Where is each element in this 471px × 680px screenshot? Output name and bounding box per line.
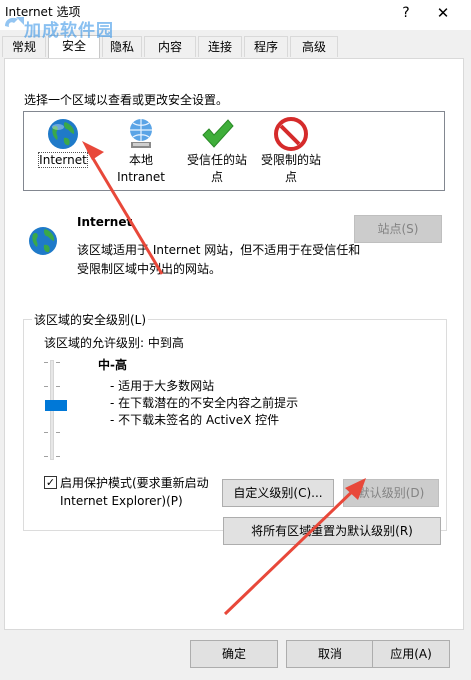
slider-tick [56, 432, 60, 433]
security-level-legend: 该区域的安全级别(L) [32, 311, 149, 328]
slider-tick [44, 432, 48, 433]
globe-icon [29, 227, 57, 255]
tab-programs[interactable]: 程序 [244, 36, 288, 57]
dialog-footer: 确定 取消 应用(A) [0, 630, 471, 680]
zone-title: Internet [77, 215, 133, 229]
slider-thumb[interactable] [45, 400, 67, 411]
level-description: - 适用于大多数网站 - 在下载潜在的不安全内容之前提示 - 不下载未签名的 A… [110, 378, 298, 429]
default-level-button[interactable]: 默认级别(D) [343, 479, 439, 507]
slider-tick [44, 362, 48, 363]
slider-tick [44, 386, 48, 387]
apply-button[interactable]: 应用(A) [372, 640, 450, 668]
zone-list: Internet 本地 Intranet 受信任的站 点 受限制的站 点 [23, 111, 445, 191]
tab-content[interactable]: 内容 [144, 36, 196, 57]
zone-description: 该区域适用于 Internet 网站，但不适用于在受信任和受限制区域中列出的网站… [77, 243, 361, 276]
cancel-button[interactable]: 取消 [286, 640, 374, 668]
zone-label: 本地 Intranet [117, 153, 165, 184]
watermark-text: 加成软件园 [24, 21, 114, 41]
protected-mode-label[interactable]: 启用保护模式(要求重新启动 Internet Explorer)(P) [60, 474, 220, 510]
zone-label: 受信任的站 点 [186, 153, 247, 184]
globe-icon [48, 119, 78, 149]
watermark-icon [5, 17, 24, 27]
close-button[interactable]: ✕ [432, 2, 454, 24]
no-entry-icon [274, 117, 308, 151]
slider-tick [44, 456, 48, 457]
zone-label: 受限制的站 点 [260, 153, 321, 184]
custom-level-button[interactable]: 自定义级别(C)... [222, 479, 334, 507]
checkmark-icon [202, 119, 234, 148]
slider-tick [56, 456, 60, 457]
sites-button[interactable]: 站点(S) [354, 215, 442, 243]
level-item: - 适用于大多数网站 [110, 379, 215, 393]
ok-button[interactable]: 确定 [190, 640, 278, 668]
allowed-levels: 该区域的允许级别: 中到高 [44, 336, 184, 350]
slider-tick [56, 386, 60, 387]
level-item: - 在下载潜在的不安全内容之前提示 [110, 396, 299, 410]
help-button[interactable]: ? [395, 2, 417, 24]
level-title: 中-高 [98, 358, 127, 372]
network-globe-icon [130, 119, 152, 148]
zone-instruction: 选择一个区域以查看或更改安全设置。 [24, 93, 229, 107]
slider-tick [56, 362, 60, 363]
tab-advanced[interactable]: 高级 [290, 36, 338, 57]
protected-mode-checkbox[interactable]: ✓ [44, 476, 57, 489]
level-item: - 不下载未签名的 ActiveX 控件 [110, 413, 280, 427]
zone-label: Internet [38, 152, 88, 168]
tab-connections[interactable]: 连接 [198, 36, 242, 57]
security-tab-panel: 选择一个区域以查看或更改安全设置。 Internet 本地 Intranet 受… [4, 58, 464, 630]
security-level-group: 该区域的安全级别(L) 该区域的允许级别: 中到高 中-高 - 适用于大多数网站… [23, 311, 447, 531]
reset-all-zones-button[interactable]: 将所有区域重置为默认级别(R) [223, 517, 441, 545]
